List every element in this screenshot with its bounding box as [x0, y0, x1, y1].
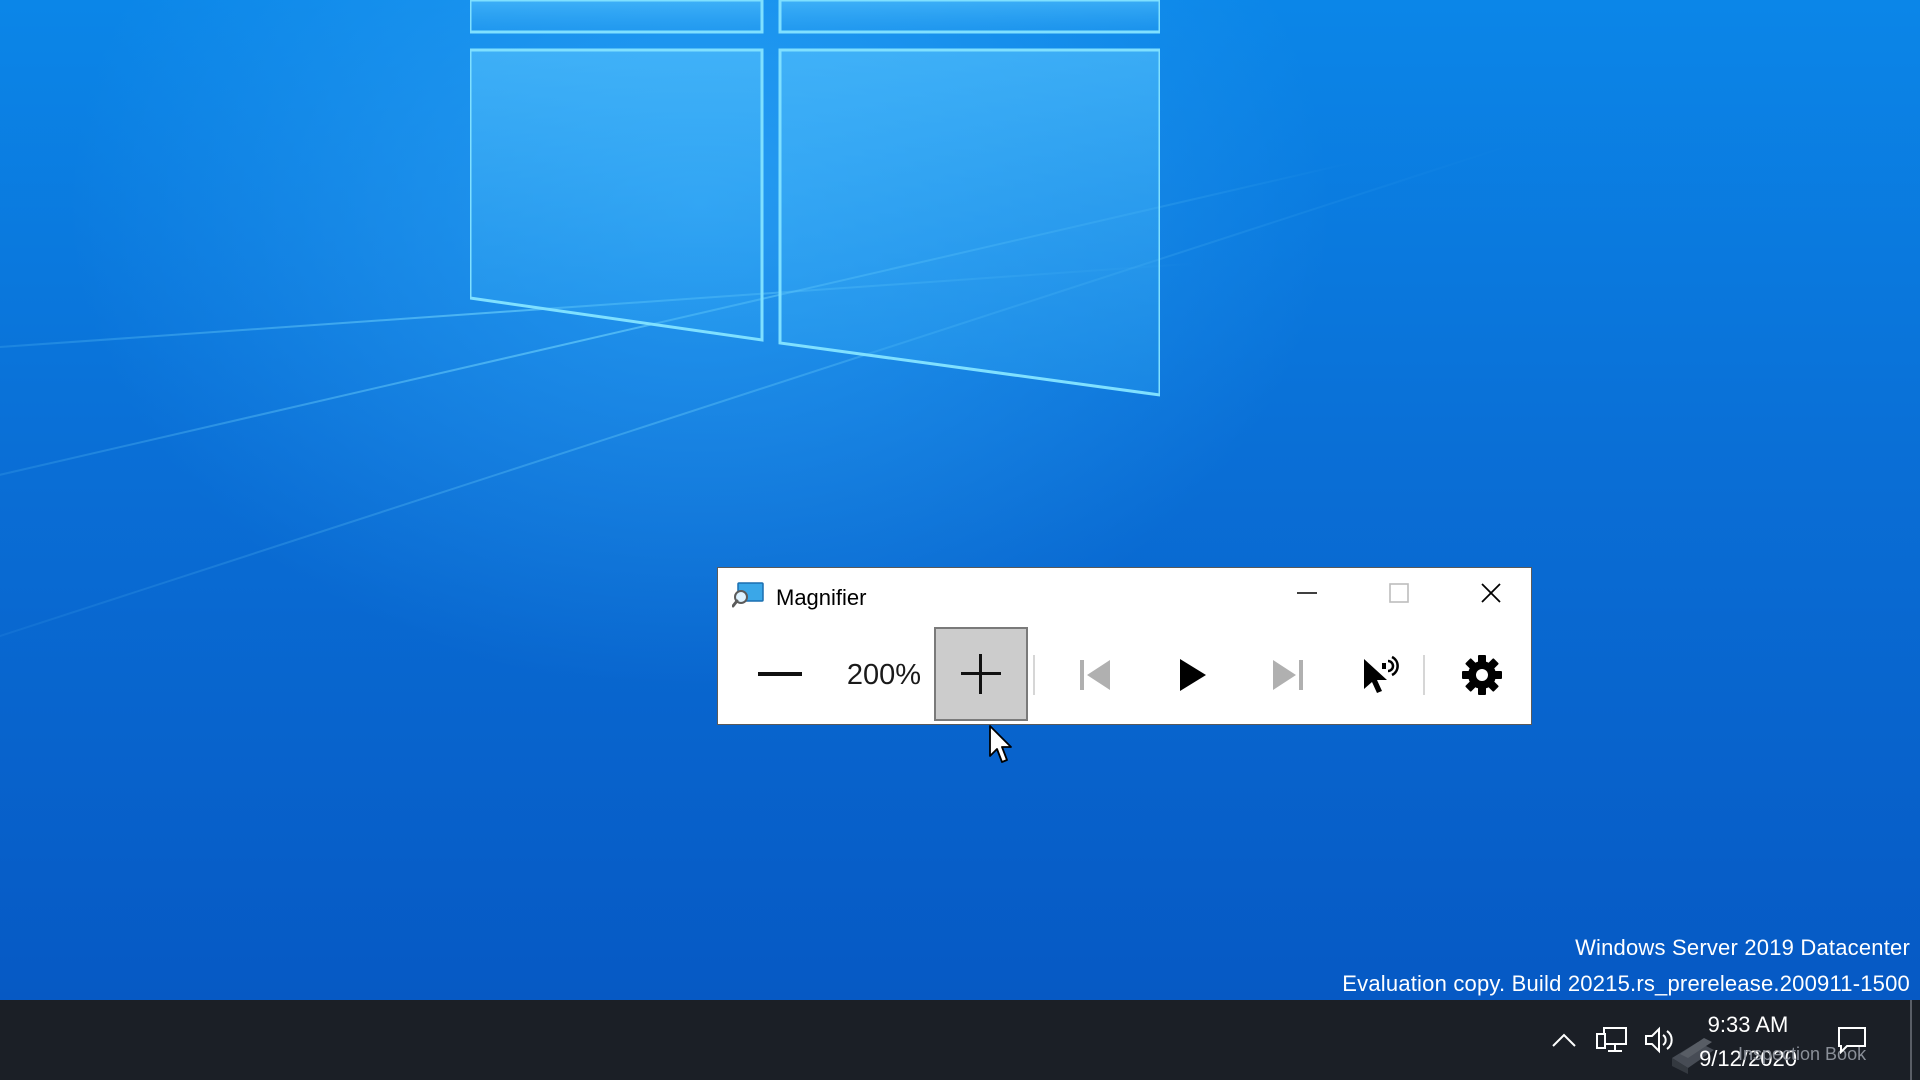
- settings-button[interactable]: [1440, 628, 1524, 722]
- close-button[interactable]: [1446, 568, 1536, 618]
- clock-time: 9:33 AM: [1707, 1012, 1789, 1037]
- read-from-here-button[interactable]: [1340, 628, 1424, 722]
- mouse-pointer-icon: [989, 725, 1012, 763]
- next-paragraph-icon: [1273, 660, 1303, 690]
- maximize-button: [1354, 568, 1444, 618]
- windows-logo: [470, 0, 1160, 397]
- window-title: Magnifier: [776, 585, 867, 610]
- previous-paragraph-icon: [1080, 660, 1110, 690]
- play-icon: [1180, 659, 1206, 691]
- zoom-out-icon: [758, 672, 802, 676]
- network-icon: [1596, 1027, 1627, 1052]
- toolbar-divider: [1423, 655, 1425, 695]
- previous-paragraph-button: [1053, 628, 1137, 722]
- toolbar-divider: [1033, 655, 1035, 695]
- zoom-in-icon: [961, 654, 1001, 694]
- taskbar: 9:33 AM 9/12/2020 Inspection Book: [0, 1000, 1920, 1080]
- close-icon: [1481, 583, 1501, 603]
- play-button[interactable]: [1150, 628, 1234, 722]
- desktop-background: Windows Server 2019 Datacenter Evaluatio…: [0, 0, 1920, 1000]
- build-watermark: Evaluation copy. Build 20215.rs_prerelea…: [1342, 971, 1910, 996]
- edition-watermark: Windows Server 2019 Datacenter: [1575, 935, 1910, 960]
- minimize-icon: [1297, 592, 1317, 594]
- chevron-up-icon: [1552, 1033, 1576, 1047]
- read-from-here-icon: [1364, 655, 1399, 693]
- maximize-icon: [1389, 583, 1409, 603]
- notification-icon: [1838, 1027, 1866, 1054]
- zoom-out-button[interactable]: [738, 628, 822, 722]
- settings-gear-icon: [1462, 655, 1502, 695]
- show-desktop-button[interactable]: [1910, 1000, 1912, 1080]
- magnifier-window: Magnifier 200%: [717, 567, 1532, 725]
- action-center-button[interactable]: [1834, 1022, 1870, 1058]
- next-paragraph-button: [1246, 628, 1330, 722]
- zoom-level-label: 200%: [846, 658, 922, 691]
- magnifier-toolbar: 200%: [718, 627, 1531, 722]
- show-hidden-icons-button[interactable]: [1546, 1022, 1582, 1058]
- network-button[interactable]: [1594, 1022, 1630, 1058]
- clock[interactable]: 9:33 AM 9/12/2020: [1688, 1008, 1808, 1076]
- title-bar[interactable]: Magnifier: [718, 568, 1531, 618]
- magnifier-app-icon: [732, 582, 764, 608]
- minimize-button[interactable]: [1262, 568, 1352, 618]
- zoom-in-button[interactable]: [934, 627, 1028, 721]
